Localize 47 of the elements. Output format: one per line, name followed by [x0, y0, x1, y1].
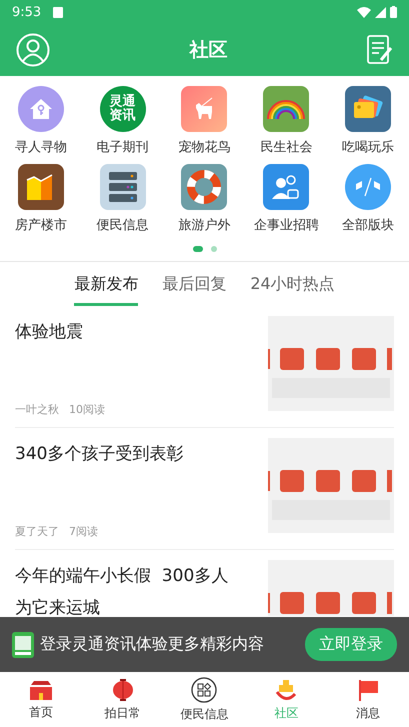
status-time: 9:53 — [12, 4, 42, 20]
feed-tab[interactable]: 24小时热点 — [250, 274, 335, 306]
nav-tab[interactable]: 拍日常 — [82, 672, 164, 727]
category-label[interactable]: 房产楼市 — [14, 216, 67, 234]
signal-icon — [375, 6, 386, 18]
rainbow-icon — [263, 86, 310, 132]
logo-icon: 灵通资讯 — [100, 86, 146, 132]
category-label[interactable]: 企事业招聘 — [254, 216, 319, 234]
nav-tab[interactable]: 首页 — [0, 672, 82, 727]
read-count: 7阅读 — [69, 524, 98, 539]
flag-icon — [356, 678, 380, 702]
flags-icon — [345, 164, 392, 210]
feed-tab[interactable]: 最新发布 — [74, 274, 138, 306]
tags-icon — [345, 86, 392, 132]
lifebuoy-icon — [181, 164, 228, 210]
grid-icon — [191, 676, 218, 702]
read-count: 10阅读 — [69, 402, 105, 417]
server-icon — [100, 164, 146, 210]
bar-chart-icon — [18, 164, 64, 210]
category-label[interactable]: 便民信息 — [96, 216, 149, 234]
notification-icon — [53, 6, 64, 18]
category-label[interactable]: 民生社会 — [260, 138, 312, 156]
profile-icon[interactable] — [16, 33, 50, 67]
category-label[interactable]: 吃喝玩乐 — [342, 138, 394, 156]
people-icon — [263, 164, 310, 210]
category-label[interactable]: 旅游户外 — [178, 216, 230, 234]
house-icon — [18, 86, 64, 132]
nav-tab[interactable]: 便民信息 — [164, 672, 246, 727]
post-author: 夏了天了 — [15, 524, 59, 539]
dog-icon — [181, 86, 228, 132]
app-logo-icon — [12, 632, 34, 658]
login-prompt: 登录灵通资讯体验更多精彩内容 — [40, 634, 265, 655]
nav-tab[interactable]: 消息 — [327, 672, 409, 727]
wifi-icon — [357, 6, 371, 18]
post-author: 一叶之秋 — [15, 402, 59, 417]
category-label[interactable]: 电子期刊 — [96, 138, 149, 156]
post-title[interactable]: 340多个孩子受到表彰 — [15, 438, 240, 470]
category-label[interactable]: 寻人寻物 — [14, 138, 67, 156]
page-title: 社区 — [190, 38, 228, 63]
category-label[interactable]: 全部版块 — [342, 216, 394, 234]
feed-tab[interactable]: 最后回复 — [162, 274, 226, 306]
lantern-icon — [112, 678, 134, 702]
post-title[interactable]: 体验地震 — [15, 316, 240, 348]
category-label[interactable]: 宠物花鸟 — [178, 138, 230, 156]
gate-icon — [28, 678, 54, 700]
compose-icon[interactable] — [367, 35, 393, 65]
battery-icon — [390, 6, 397, 18]
